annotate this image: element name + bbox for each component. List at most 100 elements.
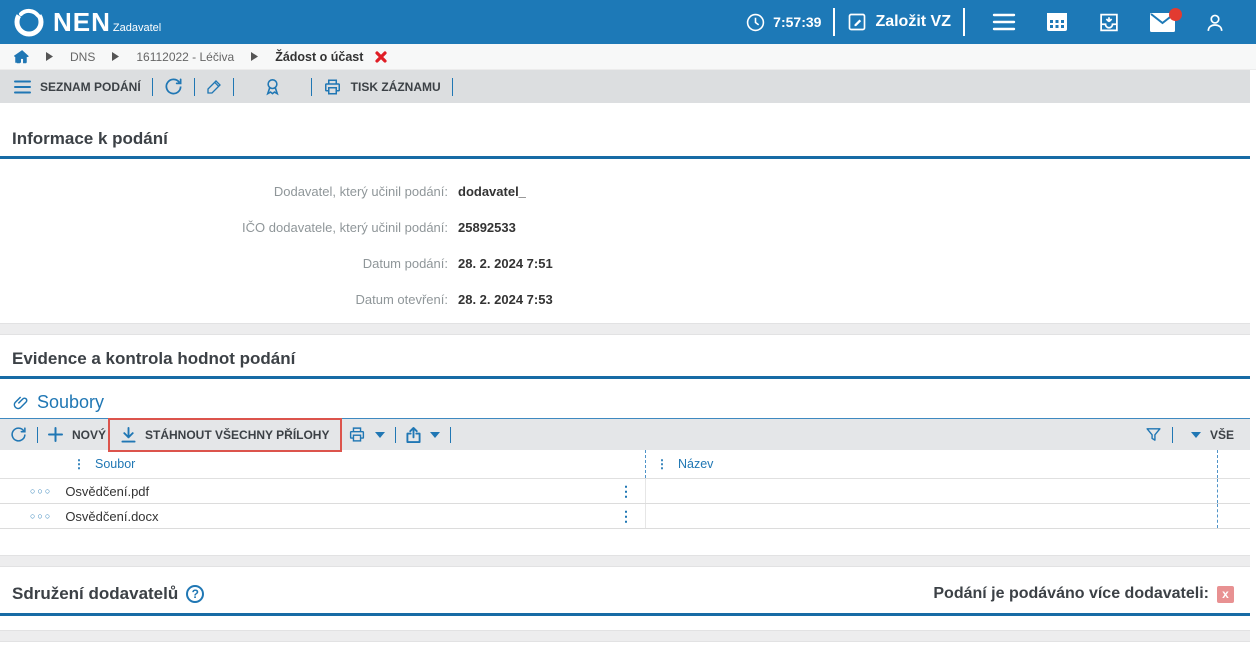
brand-name: NEN — [53, 7, 111, 37]
divider — [451, 77, 453, 96]
file-name[interactable]: Osvědčení.docx — [65, 509, 158, 524]
files-refresh-button[interactable] — [10, 426, 27, 443]
field-ico: IČO dodavatele, který učinil podání: 258… — [0, 220, 1250, 235]
refresh-icon — [10, 426, 27, 443]
session-clock: 7:57:39 — [746, 13, 821, 32]
printer-icon — [323, 78, 342, 96]
breadcrumb-item-procedure[interactable]: 16112022 - Léčiva — [136, 50, 234, 64]
plus-icon — [48, 427, 63, 442]
user-icon — [1205, 12, 1225, 33]
user-button[interactable] — [1205, 12, 1225, 33]
edit-square-icon — [847, 12, 867, 32]
files-print-button[interactable] — [348, 426, 386, 443]
files-toolbar: NOVÝ STÁHNOUT VŠECHNY PŘÍLOHY VŠE — [0, 417, 1250, 452]
column-header-nazev[interactable]: ⋮ Název — [645, 450, 1218, 478]
field-label: Dodavatel, který učinil podání: — [273, 184, 448, 199]
caret-right-icon — [251, 52, 259, 61]
funnel-icon[interactable] — [1145, 426, 1162, 443]
caret-down-icon — [375, 431, 386, 438]
app-logo[interactable]: NEN Zadavatel — [12, 5, 161, 39]
export-icon — [406, 426, 422, 443]
record-list-button[interactable]: SEZNAM PODÁNÍ — [14, 80, 141, 94]
divider — [450, 426, 452, 443]
section-title-association: Sdružení dodavatelů — [12, 584, 179, 603]
pencil-icon — [206, 78, 222, 96]
section-title-info: Informace k podání — [12, 129, 168, 148]
home-icon[interactable] — [14, 49, 29, 64]
row-menu-icon[interactable]: ⋮ — [619, 508, 633, 525]
refresh-button[interactable] — [164, 77, 183, 96]
filter-preset-select[interactable]: VŠE — [1190, 428, 1234, 442]
brand-role: Zadavatel — [112, 22, 162, 34]
calendar-icon — [1046, 12, 1068, 32]
mail-button[interactable] — [1150, 7, 1182, 32]
refresh-icon — [164, 77, 183, 96]
cell-nazev — [645, 479, 1218, 503]
record-toolbar: SEZNAM PODÁNÍ TISK ZÁZNAMU — [0, 70, 1250, 103]
files-grid-title: Soubory — [37, 392, 105, 412]
field-value: 28. 2. 2024 7:51 — [458, 256, 553, 271]
column-header-soubor[interactable]: ⋮ Soubor — [0, 450, 645, 478]
association-header: Sdružení dodavatelů ? Podání je podáváno… — [0, 567, 1250, 613]
inbox-tray-icon — [1098, 12, 1120, 33]
cell-nazev — [645, 504, 1218, 528]
record-circles-icon[interactable]: ○○○ — [30, 511, 52, 521]
edit-button[interactable] — [206, 78, 222, 96]
session-time: 7:57:39 — [773, 14, 822, 30]
main-menu-button[interactable] — [992, 12, 1016, 32]
info-fields: Dodavatel, který učinil podání: dodavate… — [0, 159, 1250, 323]
divider — [395, 426, 397, 443]
field-value: 28. 2. 2024 7:53 — [458, 292, 553, 307]
help-icon[interactable]: ? — [186, 585, 205, 603]
row-menu-icon[interactable]: ⋮ — [619, 483, 633, 500]
nen-logo-icon — [12, 5, 46, 39]
divider — [1171, 426, 1173, 443]
divider — [833, 8, 836, 36]
section-divider — [0, 630, 1250, 642]
section-divider — [0, 323, 1250, 335]
caret-down-icon — [430, 431, 441, 438]
divider — [310, 77, 312, 96]
breadcrumb-item-current: Žádost o účast — [275, 49, 364, 64]
section-rule — [0, 376, 1250, 379]
caret-down-icon — [1190, 431, 1201, 438]
field-label: Datum otevření: — [355, 292, 449, 307]
app-header: NEN Zadavatel 7:57:39 Založit VZ — [0, 0, 1256, 44]
unread-badge — [1169, 7, 1182, 21]
close-icon[interactable] — [375, 50, 388, 63]
vertical-dots-icon[interactable]: ⋮ — [656, 458, 668, 470]
download-all-attachments-button[interactable]: STÁHNOUT VŠECHNY PŘÍLOHY — [108, 417, 343, 452]
table-row[interactable]: ○○○ Osvědčení.docx ⋮ — [0, 504, 1250, 529]
table-row[interactable]: ○○○ Osvědčení.pdf ⋮ — [0, 479, 1250, 504]
multi-supplier-flag-no[interactable]: x — [1217, 585, 1234, 603]
files-export-button[interactable] — [406, 426, 441, 443]
award-icon — [263, 77, 282, 96]
create-vz-button[interactable]: Založit VZ — [847, 12, 951, 32]
clock-icon — [746, 13, 765, 32]
calendar-button[interactable] — [1046, 12, 1068, 32]
record-circles-icon[interactable]: ○○○ — [30, 486, 52, 496]
divider — [232, 77, 234, 96]
inbox-tray-button[interactable] — [1098, 12, 1120, 33]
attachment-icon — [12, 394, 30, 412]
download-icon — [121, 426, 136, 443]
breadcrumb-item-dns[interactable]: DNS — [70, 50, 95, 64]
breadcrumb: DNS 16112022 - Léčiva Žádost o účast — [0, 44, 1256, 70]
field-value: 25892533 — [458, 220, 516, 235]
print-record-button[interactable]: TISK ZÁZNAMU — [323, 78, 441, 96]
divider — [37, 426, 38, 443]
caret-right-icon — [112, 52, 120, 61]
award-button[interactable] — [263, 77, 282, 96]
field-opening-date: Datum otevření: 28. 2. 2024 7:53 — [0, 292, 1250, 307]
multi-supplier-label: Podání je podáváno více dodavateli: — [933, 585, 1209, 602]
vertical-dots-icon[interactable]: ⋮ — [73, 458, 85, 470]
section-divider — [0, 555, 1250, 567]
file-name[interactable]: Osvědčení.pdf — [65, 484, 149, 499]
new-file-button[interactable]: NOVÝ — [48, 427, 106, 442]
list-menu-icon — [14, 80, 31, 94]
field-label: IČO dodavatele, který učinil podání: — [242, 220, 448, 235]
divider — [193, 77, 195, 96]
menu-icon — [992, 12, 1016, 32]
divider — [151, 77, 153, 96]
field-supplier: Dodavatel, který učinil podání: dodavate… — [0, 184, 1250, 199]
